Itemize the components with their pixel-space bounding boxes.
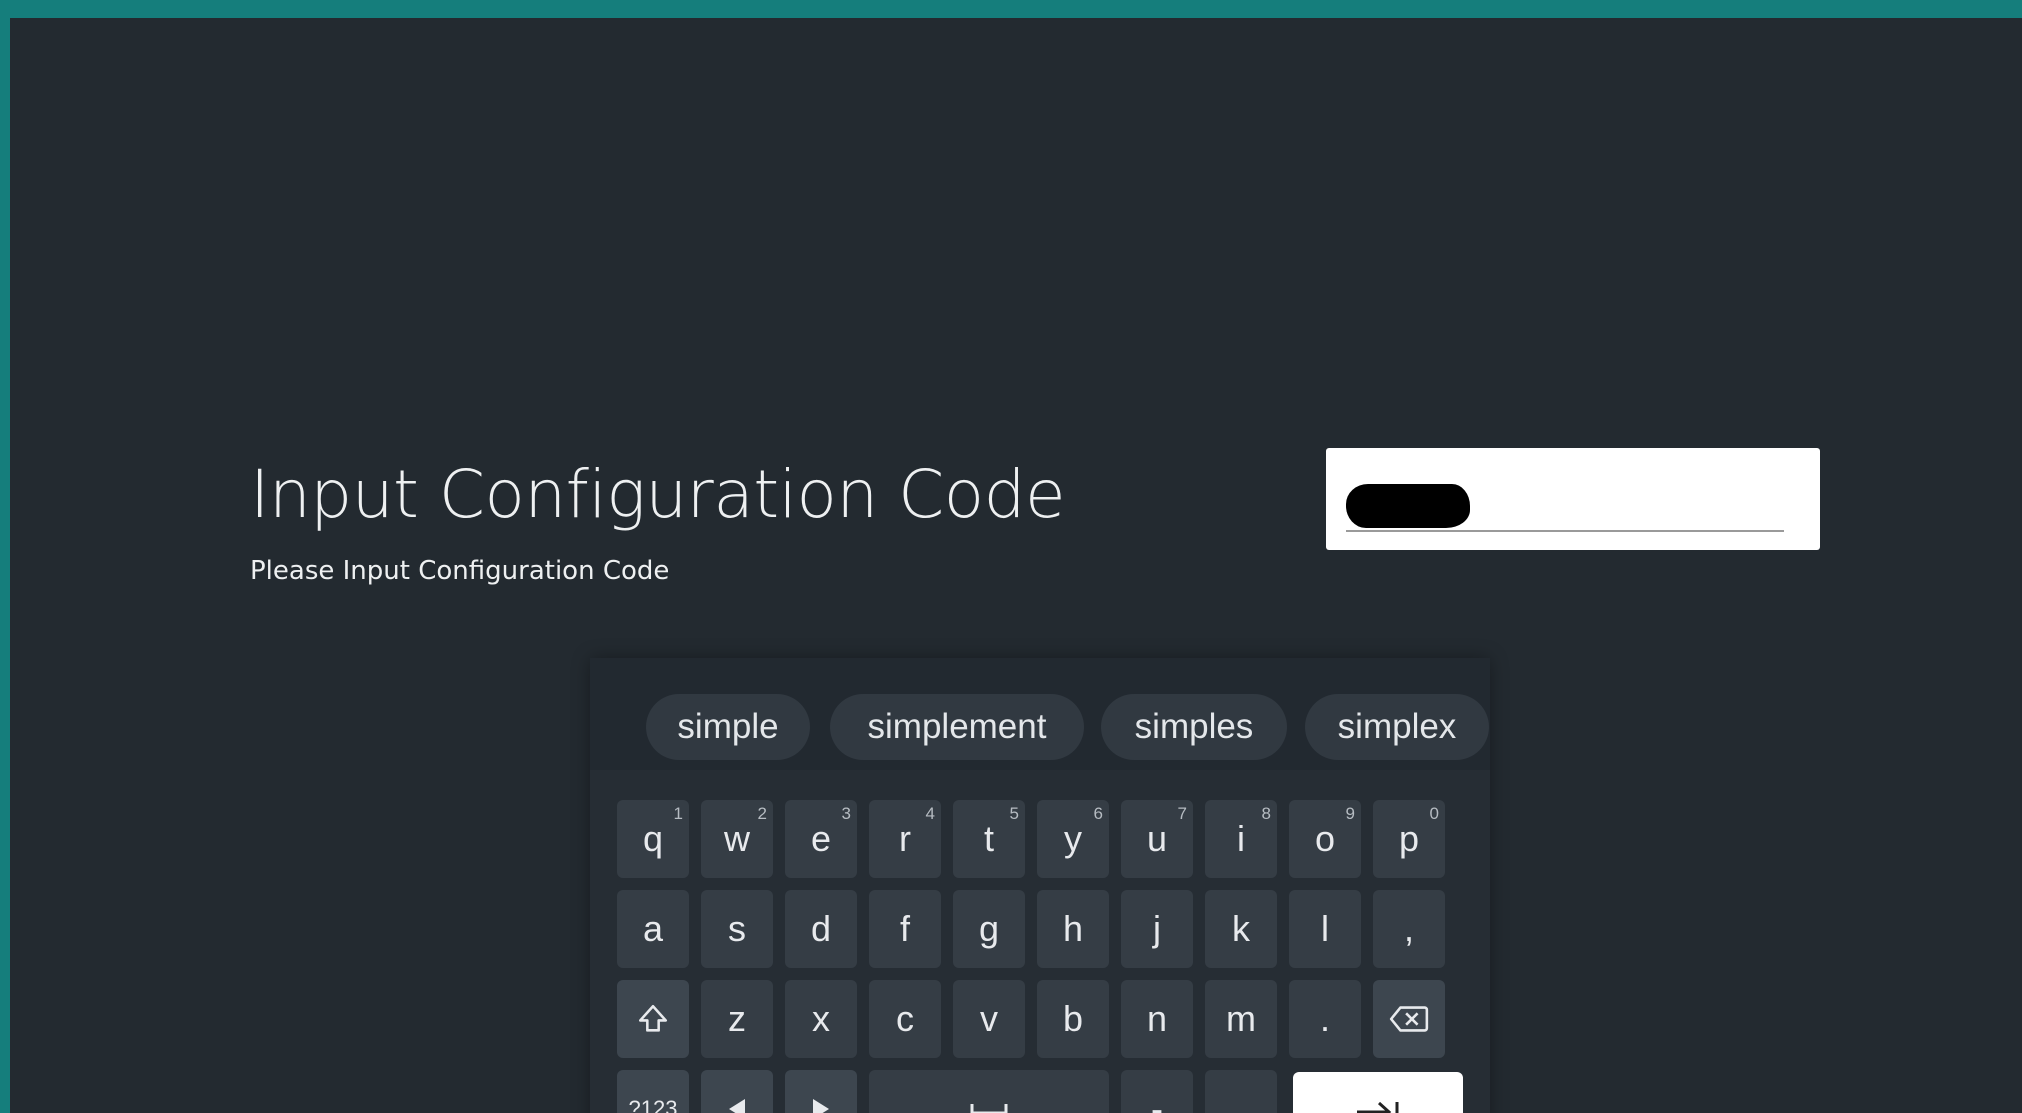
backspace-icon [1389, 1006, 1429, 1032]
key-h[interactable]: h [1037, 890, 1109, 968]
key-w[interactable]: w2 [701, 800, 773, 878]
suggestion-chip[interactable]: simples [1101, 694, 1287, 760]
tab-next-icon [1357, 1101, 1399, 1113]
key-r[interactable]: r4 [869, 800, 941, 878]
suggestion-chip[interactable]: simple [646, 694, 810, 760]
key-o[interactable]: o9 [1289, 800, 1361, 878]
arrow-right-icon [813, 1099, 829, 1113]
cursor-left-key[interactable] [701, 1070, 773, 1113]
key-p[interactable]: p0 [1373, 800, 1445, 878]
shift-icon [638, 1004, 668, 1032]
key-i[interactable]: i8 [1205, 800, 1277, 878]
underscore-key[interactable]: _ [1205, 1070, 1277, 1113]
key-q[interactable]: q1 [617, 800, 689, 878]
cursor-right-key[interactable] [785, 1070, 857, 1113]
backspace-key[interactable] [1373, 980, 1445, 1058]
key-f[interactable]: f [869, 890, 941, 968]
key-m[interactable]: m [1205, 980, 1277, 1058]
key-a[interactable]: a [617, 890, 689, 968]
key-g[interactable]: g [953, 890, 1025, 968]
page-subtitle: Please Input Configuration Code [250, 556, 670, 586]
key-c[interactable]: c [869, 980, 941, 1058]
key-z[interactable]: z [701, 980, 773, 1058]
key-u[interactable]: u7 [1121, 800, 1193, 878]
suggestion-chip[interactable]: simplex [1305, 694, 1489, 760]
key-b[interactable]: b [1037, 980, 1109, 1058]
key-n[interactable]: n [1121, 980, 1193, 1058]
page-title: Input Configuration Code [250, 456, 1066, 533]
key-v[interactable]: v [953, 980, 1025, 1058]
suggestion-chip[interactable]: simplement [830, 694, 1084, 760]
space-key[interactable] [869, 1070, 1109, 1113]
key-y[interactable]: y6 [1037, 800, 1109, 878]
screen: Input Configuration Code Please Input Co… [10, 18, 2022, 1113]
redacted-value [1346, 484, 1470, 528]
key-s[interactable]: s [701, 890, 773, 968]
dash-key[interactable]: - [1121, 1070, 1193, 1113]
next-key[interactable] [1293, 1072, 1463, 1113]
key-period[interactable]: . [1289, 980, 1361, 1058]
key-l[interactable]: l [1289, 890, 1361, 968]
suggestion-strip: simple simplement simples simplex [590, 658, 1490, 770]
input-underline [1346, 530, 1784, 532]
space-icon [970, 1104, 1008, 1113]
key-d[interactable]: d [785, 890, 857, 968]
symbols-key[interactable]: ?123 [617, 1070, 689, 1113]
on-screen-keyboard: simple simplement simples simplex q1 w2 … [590, 658, 1490, 1113]
key-x[interactable]: x [785, 980, 857, 1058]
key-t[interactable]: t5 [953, 800, 1025, 878]
key-comma[interactable]: , [1373, 890, 1445, 968]
shift-key[interactable] [617, 980, 689, 1058]
key-k[interactable]: k [1205, 890, 1277, 968]
key-e[interactable]: e3 [785, 800, 857, 878]
configuration-code-input[interactable] [1326, 448, 1820, 550]
arrow-left-icon [729, 1099, 745, 1113]
key-j[interactable]: j [1121, 890, 1193, 968]
